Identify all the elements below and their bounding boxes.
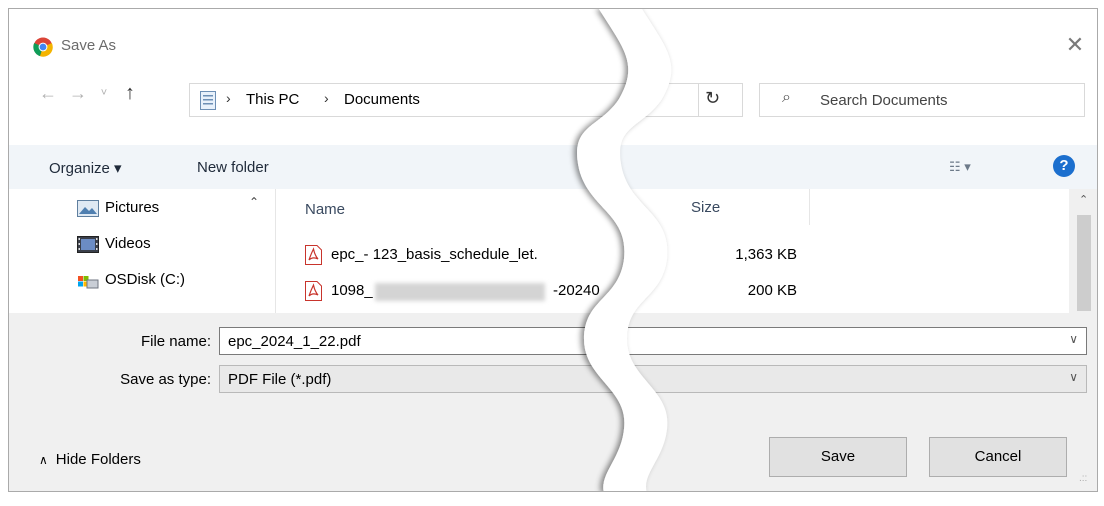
- hide-folders-button[interactable]: ∧ Hide Folders: [39, 451, 141, 468]
- close-button[interactable]: ✕: [1061, 31, 1089, 59]
- nav-item-label: Videos: [105, 235, 151, 252]
- breadcrumb-separator: ›: [324, 90, 329, 106]
- recent-locations-chevron-icon[interactable]: ˅: [95, 79, 113, 107]
- view-options-icon[interactable]: ☷ ▾: [949, 159, 979, 177]
- chevron-up-icon: ∧: [39, 453, 48, 467]
- file-size: 1,363 KB: [735, 246, 797, 263]
- search-input[interactable]: [820, 84, 1070, 116]
- pdf-file-icon: [305, 281, 322, 301]
- documents-folder-icon: [200, 91, 216, 110]
- search-box[interactable]: ⌕: [759, 83, 1085, 117]
- chevron-down-icon[interactable]: ∨: [1069, 332, 1078, 346]
- breadcrumb-separator: ›: [226, 90, 231, 106]
- vertical-scrollbar[interactable]: ⌃: [1069, 189, 1097, 313]
- search-icon: ⌕: [782, 89, 791, 106]
- pictures-icon: [77, 200, 99, 217]
- chevron-down-icon[interactable]: ∨: [1069, 370, 1078, 384]
- file-name-value: epc_2024_1_22.pdf: [228, 333, 361, 350]
- redacted-text: [375, 283, 545, 301]
- file-name-label: File name:: [140, 333, 211, 350]
- scrollbar-thumb[interactable]: [1077, 215, 1091, 311]
- torn-edge-cut: [577, 9, 672, 491]
- forward-arrow-icon[interactable]: →: [65, 79, 91, 107]
- videos-icon: [77, 236, 99, 253]
- navigation-pane: ⌃ Pictures Videos OSDisk (C:): [9, 189, 279, 313]
- up-arrow-icon[interactable]: ↑: [117, 79, 143, 107]
- file-size: 200 KB: [747, 282, 797, 299]
- file-name: 1098_: [331, 282, 373, 299]
- save-button[interactable]: Save: [769, 437, 907, 477]
- drive-icon: [78, 276, 99, 289]
- breadcrumb-this-pc[interactable]: This PC: [246, 91, 299, 108]
- nav-item-label: OSDisk (C:): [105, 271, 185, 288]
- hide-folders-label: Hide Folders: [55, 451, 141, 468]
- organize-menu[interactable]: Organize ▾: [49, 159, 122, 177]
- window-title: Save As: [61, 37, 117, 54]
- pane-divider[interactable]: [275, 189, 276, 313]
- pdf-file-icon: [305, 245, 322, 265]
- help-icon[interactable]: ?: [1053, 155, 1075, 177]
- column-header-name[interactable]: Name: [305, 201, 345, 218]
- scroll-up-icon[interactable]: ⌃: [249, 195, 259, 209]
- new-folder-button[interactable]: New folder: [197, 159, 269, 176]
- back-arrow-icon[interactable]: ←: [35, 79, 61, 107]
- save-as-dialog: Save As ✕ ← → ˅ ↑ › This PC › Documents …: [8, 8, 1098, 492]
- scroll-up-icon[interactable]: ⌃: [1079, 193, 1088, 206]
- nav-item-label: Pictures: [105, 199, 160, 216]
- resize-grip-icon[interactable]: .::: [1079, 473, 1087, 484]
- column-divider[interactable]: [809, 189, 810, 225]
- save-as-type-label: Save as type:: [120, 371, 211, 388]
- chrome-icon: [33, 37, 53, 57]
- save-as-type-value: PDF File (*.pdf): [228, 371, 332, 388]
- breadcrumb-documents[interactable]: Documents: [344, 91, 420, 108]
- cancel-button[interactable]: Cancel: [929, 437, 1067, 477]
